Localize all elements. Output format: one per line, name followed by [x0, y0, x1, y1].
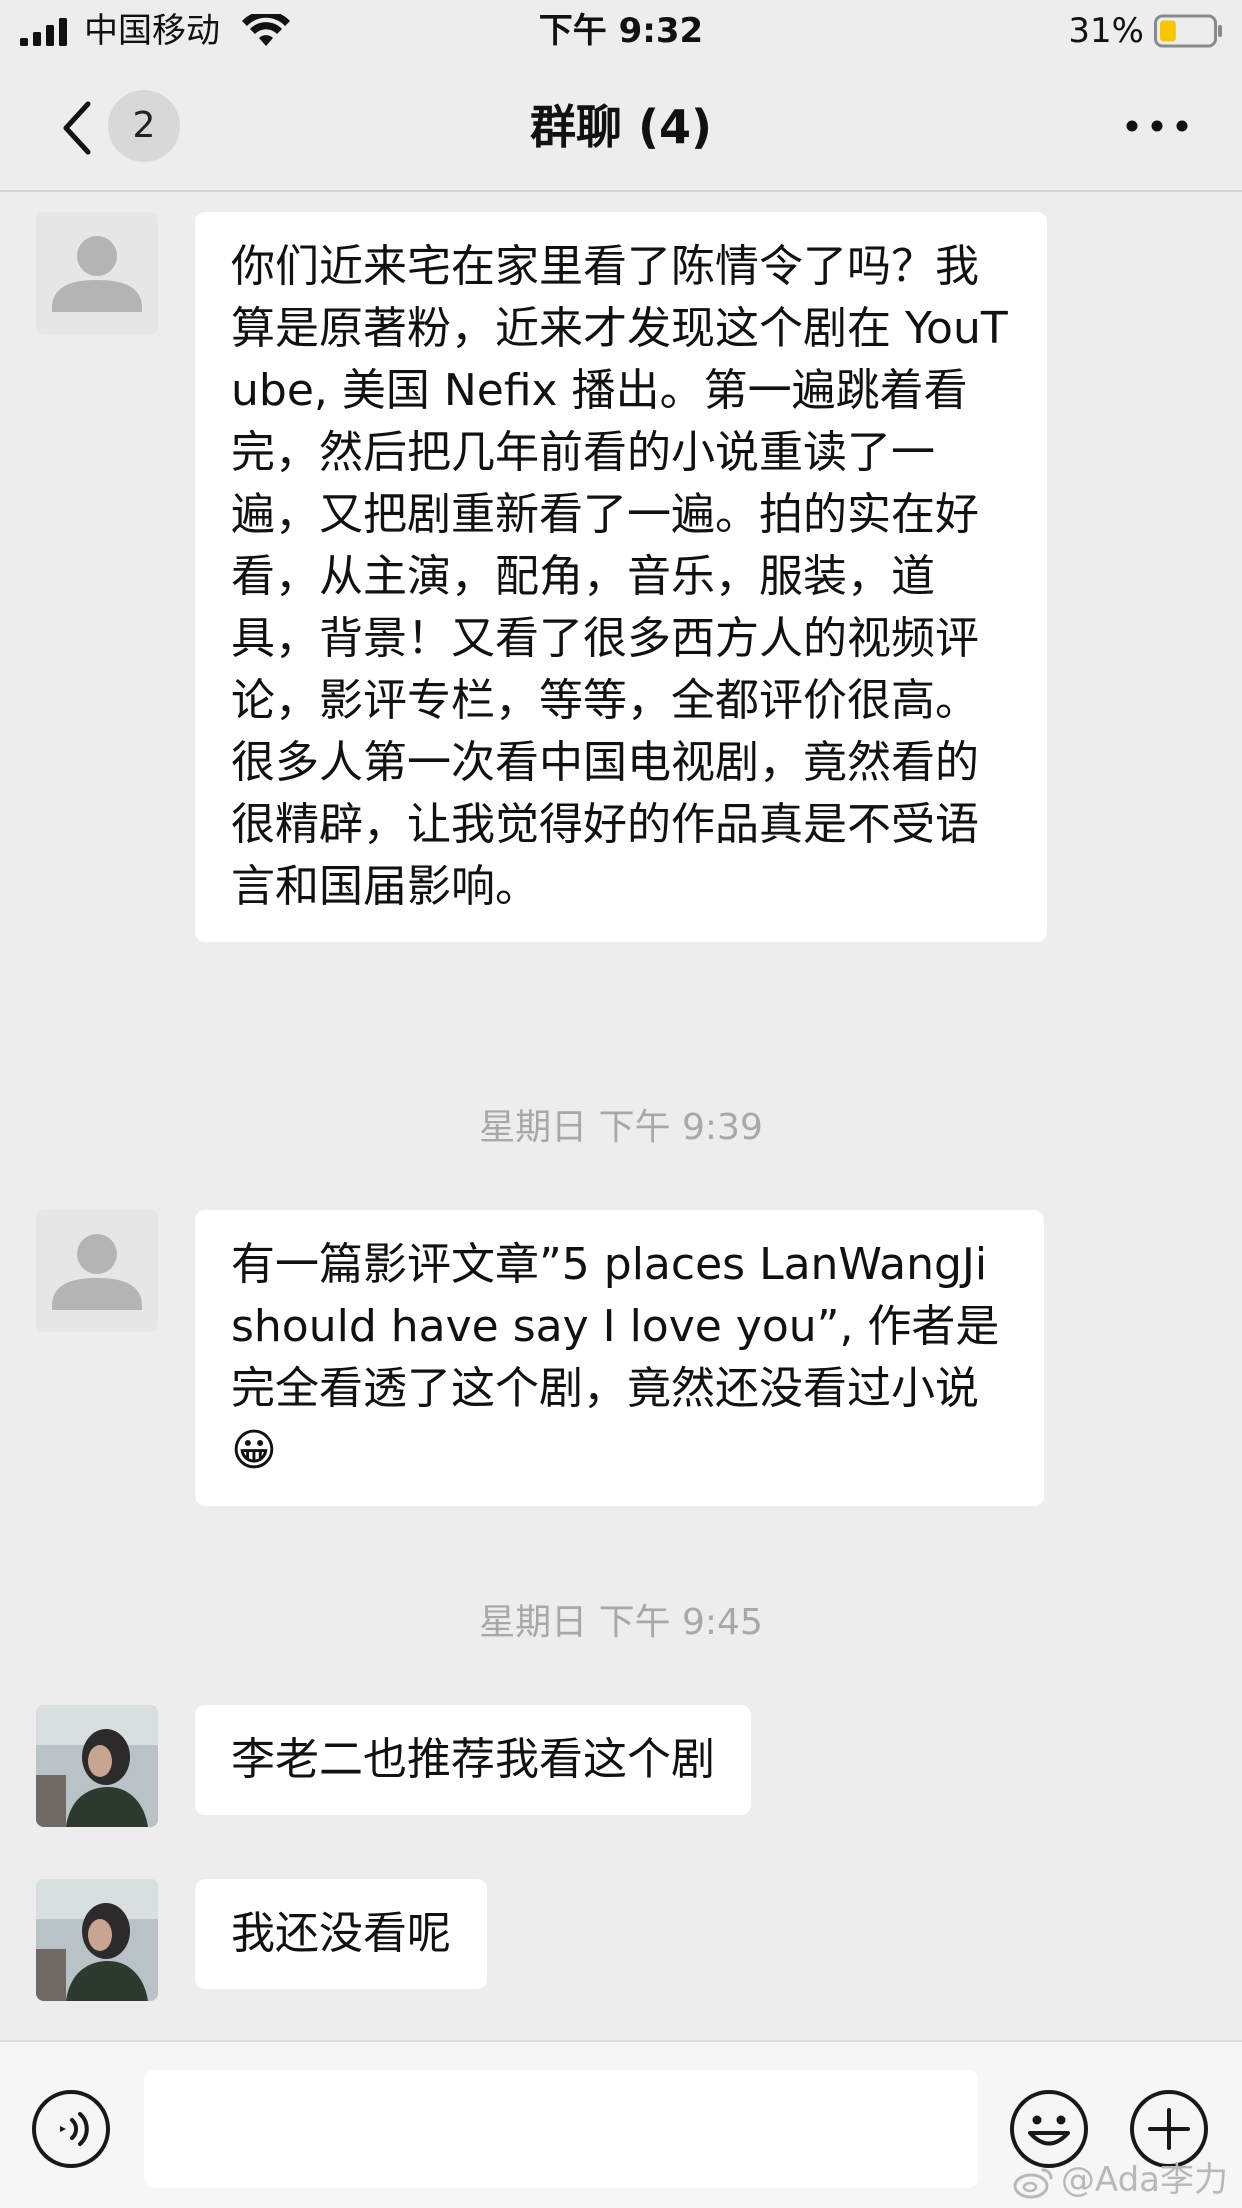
battery-icon — [1154, 14, 1222, 48]
nav-bar: 群聊 (4) 2 — [0, 62, 1242, 192]
unread-count-badge[interactable]: 2 — [108, 90, 180, 162]
message-bubble[interactable]: 你们近来宅在家里看了陈情令了吗？我算是原著粉，近来才发现这个剧在 YouTube… — [195, 212, 1047, 942]
voice-icon[interactable] — [30, 2088, 112, 2170]
photo-avatar[interactable] — [36, 1705, 158, 1827]
status-time: 下午 9:32 — [538, 11, 704, 51]
message-bubble[interactable]: 有一篇影评文章”5 places LanWangJi should have s… — [195, 1210, 1044, 1506]
message-input[interactable] — [144, 2070, 978, 2188]
watermark: @Ada李力 — [1013, 2158, 1228, 2202]
photo-avatar[interactable] — [36, 1879, 158, 2001]
battery-fill — [1160, 20, 1176, 42]
message-timestamp: 星期日 下午 9:45 — [479, 1602, 763, 1643]
profile-photo-icon — [36, 1705, 158, 1827]
more-icon[interactable] — [1122, 106, 1192, 146]
person-silhouette-icon — [52, 236, 142, 312]
weibo-icon — [1013, 2168, 1053, 2198]
default-avatar[interactable] — [36, 212, 158, 334]
message-bubble[interactable]: 李老二也推荐我看这个剧 — [195, 1705, 751, 1815]
message-timestamp: 星期日 下午 9:39 — [479, 1107, 763, 1148]
chat-title: 群聊 (4) — [529, 100, 713, 154]
watermark-text: @Ada李力 — [1060, 2160, 1228, 2200]
profile-photo-icon — [36, 1879, 158, 2001]
chevron-left-icon[interactable] — [58, 98, 98, 158]
person-silhouette-icon — [52, 1234, 142, 1310]
status-bar: 中国移动 下午 9:32 31% — [0, 0, 1242, 62]
default-avatar[interactable] — [36, 1210, 158, 1332]
message-bubble[interactable]: 我还没看呢 — [195, 1879, 487, 1989]
battery-percent: 31% — [1068, 11, 1144, 51]
